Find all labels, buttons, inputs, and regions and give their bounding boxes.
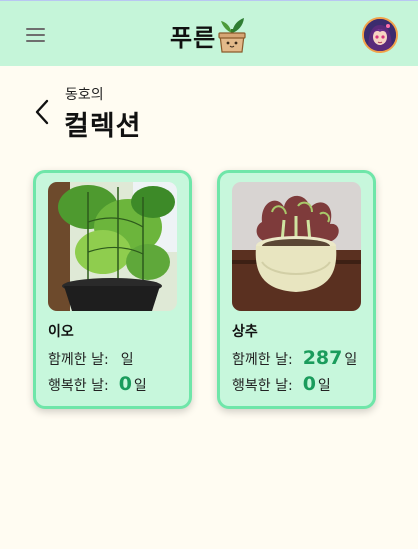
together-days-label: 함께한 날: bbox=[232, 352, 293, 368]
together-days-value: 287 bbox=[302, 347, 343, 369]
happy-days-label: 행복한 날: bbox=[232, 378, 293, 394]
plant-name: 이오 bbox=[48, 324, 74, 340]
cucumber-plant-photo bbox=[48, 182, 177, 311]
plant-name: 상추 bbox=[232, 324, 258, 340]
user-avatar[interactable] bbox=[362, 17, 398, 53]
together-days-row: 함께한 날: 일 bbox=[48, 347, 134, 369]
app-header: 푸른 bbox=[0, 0, 418, 66]
sprout-pot-icon bbox=[218, 18, 246, 53]
happy-days-label: 행복한 날: bbox=[48, 378, 109, 394]
collection-owner: 동호의 bbox=[65, 87, 104, 103]
page-title: 컬렉션 bbox=[64, 111, 142, 142]
plant-card[interactable]: 상추 함께한 날: 287 일 행복한 날: 0 일 bbox=[217, 170, 376, 409]
happy-days-row: 행복한 날: 0 일 bbox=[48, 373, 147, 395]
happy-days-value: 0 bbox=[302, 373, 316, 395]
happy-days-unit: 일 bbox=[317, 378, 331, 394]
plant-card[interactable]: 이오 함께한 날: 일 행복한 날: 0 일 bbox=[33, 170, 192, 409]
together-days-unit: 일 bbox=[120, 352, 134, 368]
together-days-unit: 일 bbox=[344, 352, 358, 368]
together-days-label: 함께한 날: bbox=[48, 352, 109, 368]
together-days-row: 함께한 날: 287 일 bbox=[232, 347, 357, 369]
happy-days-value: 0 bbox=[118, 373, 132, 395]
hamburger-menu-icon[interactable] bbox=[26, 25, 48, 43]
app-logo-text: 푸른 bbox=[170, 24, 217, 52]
happy-days-unit: 일 bbox=[133, 378, 147, 394]
happy-days-row: 행복한 날: 0 일 bbox=[232, 373, 331, 395]
lettuce-plant-photo bbox=[232, 182, 361, 311]
chevron-left-icon[interactable] bbox=[34, 98, 50, 126]
